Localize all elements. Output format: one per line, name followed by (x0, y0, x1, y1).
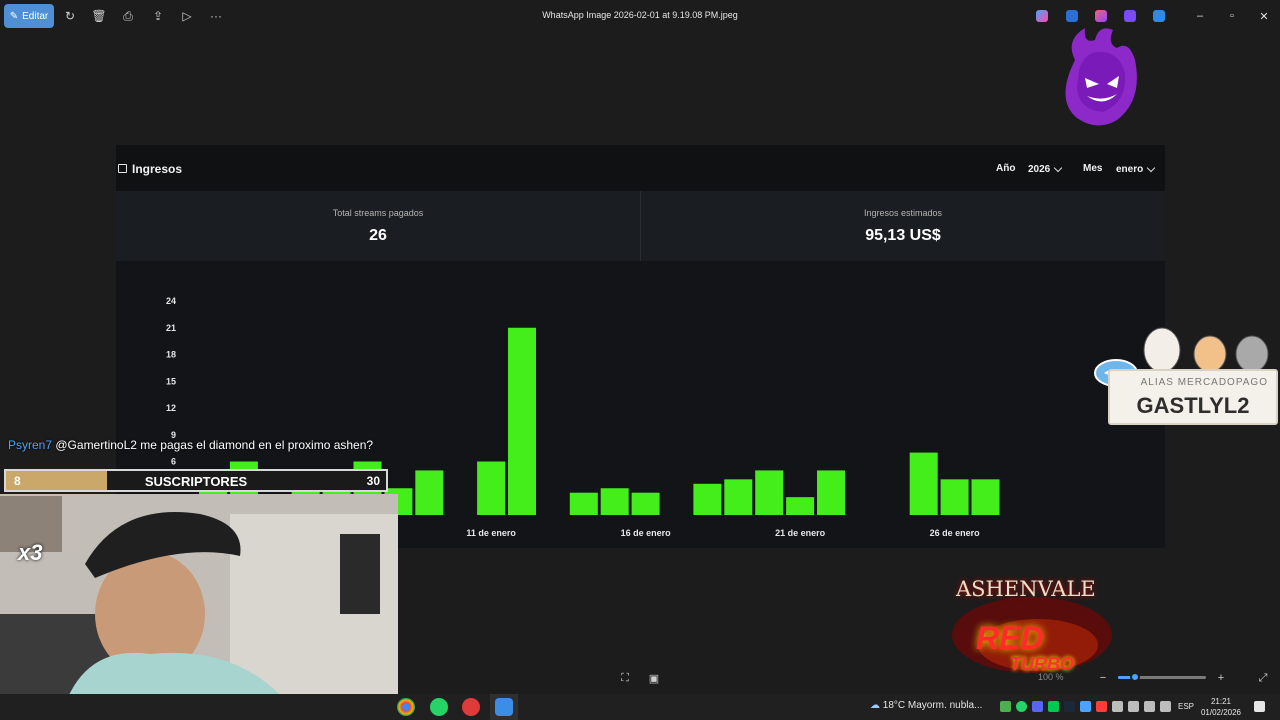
y-tick-label: 18 (166, 350, 176, 360)
subscriber-goal-label: SUSCRIPTORES (144, 474, 248, 489)
stat-label: Ingresos estimados (863, 208, 943, 218)
bar-22[interactable] (817, 470, 845, 515)
subscriber-goal-bar: 8 SUSCRIPTORES 30 (4, 469, 388, 492)
language-indicator[interactable]: ESP (1178, 702, 1194, 711)
streamer-webcam-image (0, 494, 398, 720)
bar-16[interactable] (631, 492, 660, 515)
multiplier-badge: x3 (18, 540, 43, 565)
chevron-down-icon (1054, 163, 1063, 172)
bar-18[interactable] (693, 483, 722, 515)
fit-screen-icon[interactable]: ⛶ (618, 671, 632, 685)
bar-21[interactable] (786, 497, 815, 515)
bar-27[interactable] (971, 479, 1000, 515)
year-select[interactable]: 2026 (1022, 158, 1067, 180)
stat-total-streams: Total streams pagados 26 (116, 191, 640, 261)
taskbar-clock[interactable]: 21:21 01/02/2026 (1200, 696, 1242, 718)
actual-size-icon[interactable]: ▣ (647, 671, 661, 685)
y-tick-label: 12 (166, 403, 176, 413)
weather-widget[interactable]: ☁ 18°C Mayorm. nubla... (870, 700, 982, 711)
y-tick-label: 15 (166, 376, 176, 386)
month-select[interactable]: enero (1110, 158, 1160, 180)
copilot-icon[interactable] (1036, 10, 1048, 22)
tray-app-icon[interactable] (1000, 701, 1011, 712)
zoom-slider[interactable] (1118, 672, 1206, 682)
onedrive-icon[interactable] (1153, 10, 1165, 22)
stats-row: Total streams pagados 26 Ingresos estima… (116, 191, 1165, 261)
bar-19[interactable] (724, 479, 753, 515)
stat-estimated-revenue: Ingresos estimados 95,13 US$ (641, 191, 1165, 261)
cats-illustration-icon (1143, 327, 1269, 373)
ghost-mascot-icon (1065, 28, 1137, 126)
notification-icon[interactable] (1254, 701, 1265, 712)
weather-cloud-icon: ☁ (870, 700, 880, 711)
bar-25[interactable] (909, 452, 938, 515)
y-tick-label: 24 (166, 296, 176, 306)
chat-message: Psyren7 @GamertinoL2 me pagas el diamond… (8, 438, 373, 452)
month-value: enero (1116, 163, 1144, 175)
zoom-slider-thumb[interactable] (1130, 672, 1140, 682)
tray-red-app-icon[interactable] (1096, 701, 1107, 712)
tray-volume-icon[interactable] (1128, 701, 1139, 712)
close-icon[interactable]: ✕ (1257, 9, 1271, 23)
zoom-out-icon[interactable]: − (1096, 671, 1110, 685)
bar-12[interactable] (508, 327, 536, 515)
x-tick-label: 16 de enero (621, 528, 672, 538)
donation-card: ALIAS MERCADOPAGO GASTLYL2 (1094, 314, 1278, 426)
y-tick-label: 21 (166, 323, 176, 333)
screen: ✎ Editar ↻ 🗑 ⎙ ⇪ ▷ ··· WhatsApp Image 20… (0, 0, 1280, 720)
tray-discord-icon[interactable] (1032, 701, 1043, 712)
chat-text: @GamertinoL2 me pagas el diamond en el p… (55, 438, 374, 452)
logo-top-text: ASHENVALE (956, 577, 1096, 601)
donation-alias: ALIAS MERCADOPAGO (1140, 377, 1268, 388)
photos-app-icon[interactable] (495, 698, 513, 716)
y-tick-label: 6 (171, 457, 176, 467)
chat-username: Psyren7 (8, 438, 53, 452)
tray-play-icon[interactable] (1048, 701, 1059, 712)
revenue-icon (118, 164, 127, 173)
tray-whatsapp-icon[interactable] (1016, 701, 1027, 712)
stat-label: Total streams pagados (332, 208, 424, 218)
chrome-icon[interactable] (397, 698, 415, 716)
logo-red-text: RED (976, 620, 1044, 656)
whatsapp-icon[interactable] (430, 698, 448, 716)
chevron-down-icon (1146, 163, 1156, 172)
bar-14[interactable] (569, 492, 598, 515)
bar-26[interactable] (940, 479, 969, 515)
file-title: WhatsApp Image 2026-02-01 at 9.19.08 PM.… (542, 10, 738, 20)
stat-value: 26 (369, 227, 387, 244)
weather-text: 18°C Mayorm. nubla... (882, 700, 983, 711)
bar-9[interactable] (415, 470, 444, 515)
bar-20[interactable] (755, 470, 784, 515)
x-tick-label: 11 de enero (466, 528, 516, 538)
donation-card-body: ALIAS MERCADOPAGO GASTLYL2 (1108, 369, 1278, 425)
zoom-value: 100 % (1038, 672, 1064, 682)
tray-network-icon[interactable] (1144, 701, 1155, 712)
fullscreen-icon[interactable]: ⤢ (1256, 671, 1270, 685)
subscriber-goal-target: 30 (366, 474, 380, 488)
tray-steam-icon[interactable] (1064, 701, 1075, 712)
zoom-in-icon[interactable]: + (1214, 671, 1228, 685)
donation-name: GASTLYL2 (1136, 393, 1250, 418)
webcam-feed (0, 494, 398, 720)
panel-title: Ingresos (132, 162, 183, 176)
maximize-icon[interactable]: ▫ (1225, 9, 1239, 23)
stat-value: 95,13 US$ (865, 227, 941, 244)
month-label: Mes (1083, 163, 1103, 174)
tray-microphone-icon[interactable] (1112, 701, 1123, 712)
clock-date: 01/02/2026 (1200, 708, 1242, 717)
tray-network-app-icon[interactable] (1080, 701, 1091, 712)
minimize-icon[interactable]: – (1193, 9, 1207, 23)
panel-header: Ingresos Año 2026 Mes enero (116, 145, 1165, 191)
x-tick-label: 26 de enero (930, 528, 981, 538)
year-value: 2026 (1028, 163, 1051, 175)
clock-time: 21:21 (1210, 697, 1232, 706)
game-launcher-icon[interactable] (462, 698, 480, 716)
bar-15[interactable] (600, 488, 629, 515)
year-label: Año (996, 163, 1016, 174)
tray-settings-icon[interactable] (1160, 701, 1171, 712)
game-logo: ASHENVALE RED TURBO (940, 555, 1125, 685)
bar-11[interactable] (477, 461, 506, 516)
x-tick-label: 21 de enero (775, 528, 826, 538)
